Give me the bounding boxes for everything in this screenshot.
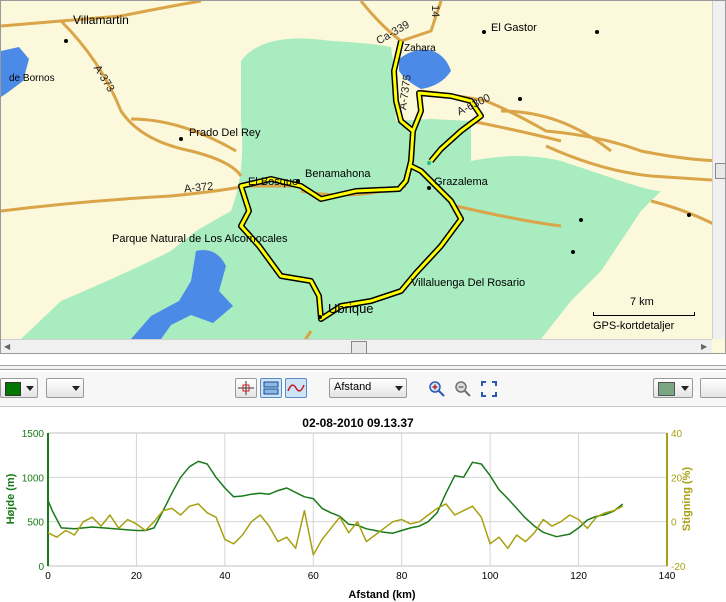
crosshair-button[interactable] [235,378,257,398]
y-left-tick-label: 500 [27,518,44,529]
chevron-down-icon [681,386,689,391]
place-label: Villamartin [73,13,129,27]
x-tick-label: 20 [131,571,143,582]
x-axis-label: Afstand (km) [348,589,416,601]
place-label: Villaluenga Del Rosario [411,277,526,289]
chart-title: 02-08-2010 09.13.37 [302,416,414,430]
x-tick-label: 0 [45,571,51,582]
lake-bornos [1,47,29,97]
y-axis-right-label: Stigning (%) [681,467,693,531]
attribution-label: GPS-kortdetaljer [593,320,675,332]
y-right-tick-label: -20 [671,562,686,573]
crosshair-icon [238,381,254,395]
chevron-down-icon [395,386,403,391]
line-graph-button[interactable] [285,378,307,398]
x-axis-select-value: Afstand [334,381,372,393]
map-vertical-scrollbar[interactable] [712,1,725,339]
place-label: Grazalema [434,176,488,188]
color-swatch-icon [5,382,21,396]
y-right-tick-label: 0 [671,518,677,529]
zoom-fit-icon[interactable] [480,380,498,398]
road-label: 14 [429,5,441,18]
y-axis-left-label: Højde (m) [5,473,17,524]
place-label: Parque Natural de Los Alcornocales [112,233,288,245]
y-right-tick-label: 40 [671,429,683,440]
y-left-tick-label: 0 [38,562,44,573]
color-swatch-icon [658,382,675,396]
scroll-left-arrow-icon[interactable]: ◀ [4,342,10,351]
blank-dropdown[interactable] [46,378,84,398]
chart-grid [47,432,668,567]
stacked-view-button[interactable] [260,378,282,398]
place-label: Prado Del Rey [189,127,261,139]
graph-toolbar: Afstand [0,372,726,407]
map-horizontal-scrollbar[interactable]: ◀ ▶ [1,339,712,353]
panel-splitter[interactable] [0,365,726,370]
scroll-right-arrow-icon[interactable]: ▶ [701,342,707,351]
place-label: de Bornos [9,73,55,84]
line-graph-icon [287,384,305,392]
x-tick-label: 40 [219,571,231,582]
place-label: Zahara [404,43,436,54]
zoom-in-icon[interactable] [428,380,446,398]
graph-color-dropdown[interactable] [653,378,693,398]
stacked-view-icon [263,381,279,395]
elevation-chart[interactable]: 02-08-2010 09.13.37 0 20 40 60 80 100 120 14005… [0,407,726,602]
place-label: El Bosque [248,176,299,188]
park-area [21,38,661,339]
x-tick-label: 100 [482,571,499,582]
track-color-dropdown[interactable] [0,378,38,398]
map-view[interactable]: Villamartin El Gastor Zahara de Bornos P… [0,0,726,354]
scale-label: 7 km [630,296,654,308]
x-tick-label: 80 [396,571,408,582]
chevron-down-icon [72,386,80,391]
plot-area [47,432,668,567]
y-left-tick-label: 1500 [22,429,45,440]
place-label: El Gastor [491,22,537,34]
scroll-thumb[interactable] [351,341,367,353]
x-tick-label: 120 [570,571,587,582]
zoom-out-icon[interactable] [454,380,472,398]
scroll-thumb[interactable] [715,163,725,179]
x-tick-label: 60 [308,571,320,582]
place-label: Ubrique [328,301,374,316]
chevron-down-icon [26,386,34,391]
x-axis-select[interactable]: Afstand [329,378,407,398]
more-options-button[interactable] [700,378,726,398]
place-label: Benamahona [305,168,371,180]
y-left-tick-label: 1000 [22,473,45,484]
